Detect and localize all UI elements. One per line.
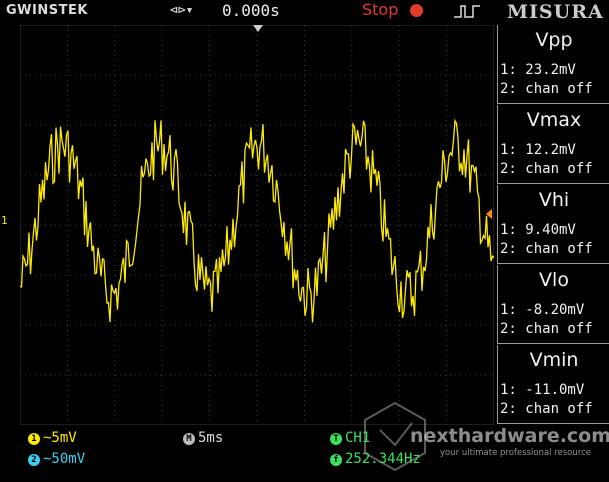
watermark-tagline: your ultimate professional resource — [440, 448, 591, 458]
frequency-badge: f — [330, 454, 342, 466]
ch1-badge: 1 — [28, 433, 40, 445]
trigger-badge: T — [330, 433, 342, 445]
measurement-title: Vlo — [539, 269, 569, 291]
trigger-source-readout[interactable]: T CH1 — [330, 430, 370, 446]
ch2-badge: 2 — [28, 454, 40, 466]
timebase-value: 5ms — [198, 430, 224, 446]
trigger-position-icon — [253, 25, 263, 32]
brand-logo: GWINSTEK — [6, 3, 88, 18]
measurement-ch1-value: 1: 9.40mV — [500, 222, 576, 238]
measurement-vpp[interactable]: Vpp 1: 23.2mV 2: chan off — [497, 25, 609, 104]
ch2-scale-readout[interactable]: 2 ~50mV — [28, 451, 85, 467]
waveform-display[interactable] — [20, 25, 494, 425]
frequency-readout[interactable]: f 252.344Hz — [330, 451, 421, 467]
rising-edge-icon — [454, 5, 480, 18]
measurement-ch1-value: 1: 12.2mV — [500, 142, 576, 158]
timebase-readout[interactable]: M 5ms — [183, 430, 223, 446]
trigger-position-readout: 0.000s — [222, 1, 280, 20]
ch2-scale: ~50mV — [43, 451, 86, 467]
ch1-scale-readout[interactable]: 1 ~5mV — [28, 430, 77, 446]
timebase-badge: M — [183, 433, 195, 445]
trigger-arrows-icon: ⊲⊳▾ — [170, 3, 194, 18]
measurement-vhi[interactable]: Vhi 1: 9.40mV 2: chan off — [497, 185, 609, 264]
top-status-bar: GWINSTEK ⊲⊳▾ 0.000s Stop MISURA — [0, 0, 609, 24]
ch1-scale: ~5mV — [43, 430, 77, 446]
measurement-ch2-value: 2: chan off — [500, 321, 593, 337]
measurement-panel: Vpp 1: 23.2mV 2: chan off Vmax 1: 12.2mV… — [497, 25, 609, 425]
watermark-name: nexthardware.com — [410, 425, 609, 447]
measurement-title: Vpp — [535, 29, 573, 51]
measurement-ch1-value: 1: 23.2mV — [500, 62, 576, 78]
measurement-title: Vhi — [538, 189, 570, 211]
ch1-ground-marker[interactable]: 1 — [1, 214, 8, 227]
measurement-ch2-value: 2: chan off — [500, 161, 593, 177]
measurement-title: Vmax — [526, 109, 582, 131]
stop-indicator-icon — [410, 4, 423, 17]
trigger-level-icon[interactable] — [486, 209, 492, 219]
measurement-vlo[interactable]: Vlo 1: -8.20mV 2: chan off — [497, 265, 609, 344]
measurement-ch2-value: 2: chan off — [500, 241, 593, 257]
frequency-value: 252.344Hz — [345, 451, 421, 467]
run-state-label[interactable]: Stop — [362, 0, 398, 19]
measurement-ch2-value: 2: chan off — [500, 81, 593, 97]
measurement-ch1-value: 1: -8.20mV — [500, 302, 585, 318]
ch1-waveform — [20, 118, 494, 323]
measurement-title: Vmin — [529, 349, 579, 371]
misura-label: MISURA — [507, 1, 604, 23]
measurement-vmax[interactable]: Vmax 1: 12.2mV 2: chan off — [497, 105, 609, 184]
trigger-source: CH1 — [345, 430, 371, 446]
